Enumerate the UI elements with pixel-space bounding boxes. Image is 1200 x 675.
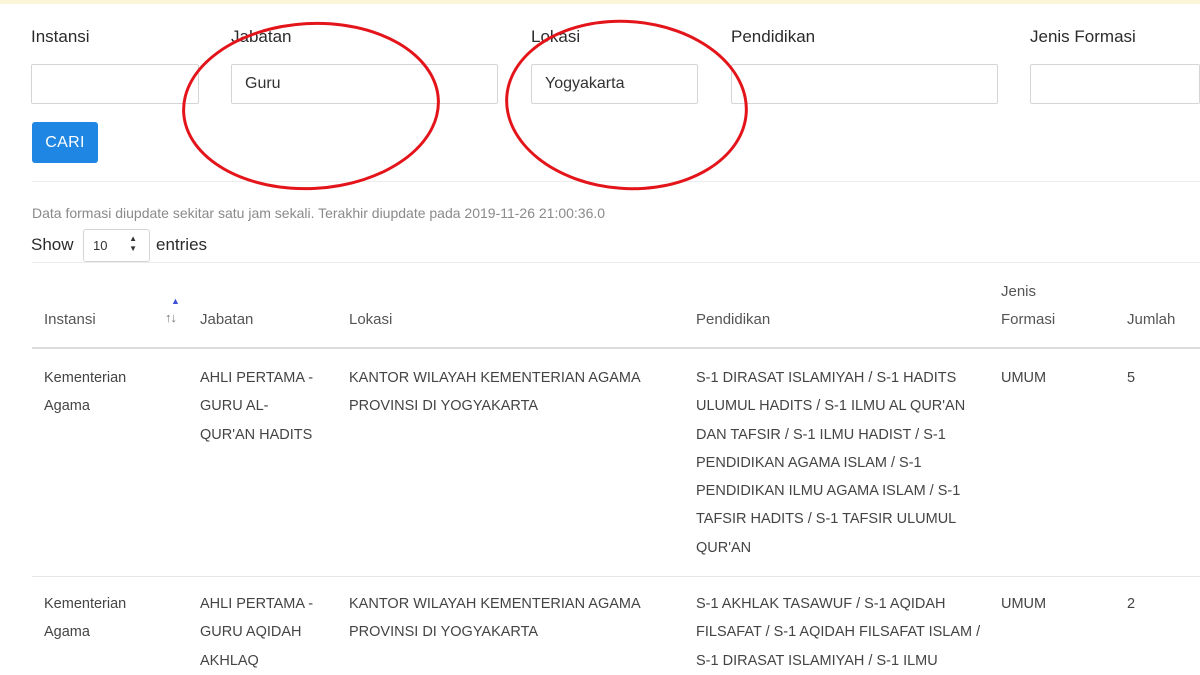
search-button[interactable]: CARI <box>32 122 98 163</box>
row1-pendidikan-line: DAN TAFSIR / S-1 ILMU HADIST / S-1 <box>696 426 946 443</box>
th-jabatan[interactable]: Jabatan <box>200 305 253 334</box>
th-jumlah[interactable]: Jumlah <box>1127 305 1175 334</box>
row2-pendidikan-line: S-1 DIRASAT ISLAMIYAH / S-1 ILMU <box>696 652 938 669</box>
select-arrows-icon: ▲ ▼ <box>129 234 137 253</box>
instansi-label: Instansi <box>31 27 90 46</box>
row1-jabatan-line: GURU AL- <box>200 398 269 415</box>
pendidikan-label: Pendidikan <box>731 27 816 46</box>
update-note: Data formasi diupdate sekitar satu jam s… <box>32 205 606 221</box>
header-border <box>32 347 1200 349</box>
row2-lokasi-line: PROVINSI DI YOGYAKARTA <box>349 624 539 641</box>
row1-pendidikan-line: PENDIDIKAN ILMU AGAMA ISLAM / S-1 <box>696 483 961 500</box>
row1-instansi: Kementerian Agama <box>44 364 126 421</box>
sort-ascending-icon[interactable]: ▲ ↑↓ <box>165 296 180 330</box>
th-pendidikan[interactable]: Pendidikan <box>696 305 770 334</box>
entries-length-select[interactable]: 10 ▲ ▼ <box>83 229 150 262</box>
row2-pendidikan: S-1 AKHLAK TASAWUF / S-1 AQIDAH FILSAFAT… <box>696 590 980 675</box>
row1-lokasi: KANTOR WILAYAH KEMENTERIAN AGAMA PROVINS… <box>349 364 641 421</box>
table-top-divider <box>32 262 1200 263</box>
row2-jabatan-line: AHLI PERTAMA - <box>200 596 314 612</box>
row1-pendidikan-line: TAFSIR HADITS / S-1 TAFSIR ULUMUL <box>696 511 957 528</box>
pendidikan-input[interactable] <box>731 64 998 104</box>
row2-pendidikan-line: S-1 AKHLAK TASAWUF / S-1 AQIDAH <box>696 596 946 612</box>
entries-label: entries <box>156 235 208 254</box>
jenis-formasi-input[interactable] <box>1030 64 1200 104</box>
row2-jabatan-line: GURU AQIDAH <box>200 624 302 641</box>
row2-jabatan-line: AKHLAQ <box>200 652 259 669</box>
row2-instansi-line: Agama <box>44 624 90 641</box>
th-lokasi[interactable]: Lokasi <box>349 305 392 334</box>
row1-pendidikan-line: ULUMUL HADITS / S-1 ILMU AL QUR'AN <box>696 398 966 415</box>
row-divider <box>32 576 1200 577</box>
row1-pendidikan: S-1 DIRASAT ISLAMIYAH / S-1 HADITS ULUMU… <box>696 364 965 562</box>
row2-jabatan: AHLI PERTAMA - GURU AQIDAH AKHLAQ <box>200 590 313 675</box>
th-jenis-formasi-2[interactable]: Formasi <box>1001 305 1055 334</box>
row2-jumlah: 2 <box>1127 596 1136 612</box>
row2-instansi-line: Kementerian <box>44 596 127 612</box>
row1-lokasi-line: PROVINSI DI YOGYAKARTA <box>349 398 539 415</box>
th-jenis-formasi-1[interactable]: Jenis <box>1001 277 1036 306</box>
row1-jabatan: AHLI PERTAMA - GURU AL- QUR'AN HADITS <box>200 364 313 449</box>
row1-jenis-formasi: UMUM <box>1001 370 1047 386</box>
row2-jenis-formasi: UMUM <box>1001 596 1047 612</box>
jabatan-highlight-circle <box>177 15 445 197</box>
row2-lokasi-line: KANTOR WILAYAH KEMENTERIAN AGAMA <box>349 596 641 612</box>
entries-length-value: 10 <box>93 238 108 253</box>
row1-lokasi-line: KANTOR WILAYAH KEMENTERIAN AGAMA <box>349 370 641 386</box>
row1-instansi-line: Agama <box>44 398 90 415</box>
row2-pendidikan-line: FILSAFAT / S-1 AQIDAH FILSAFAT ISLAM / <box>696 624 981 641</box>
row2-instansi: Kementerian Agama <box>44 590 126 647</box>
th-instansi[interactable]: Instansi <box>44 305 96 334</box>
row2-lokasi: KANTOR WILAYAH KEMENTERIAN AGAMA PROVINS… <box>349 590 641 647</box>
row1-pendidikan-line: QUR'AN <box>696 539 752 556</box>
row1-jabatan-line: QUR'AN HADITS <box>200 426 313 443</box>
row1-jumlah: 5 <box>1127 370 1136 386</box>
row1-jabatan-line: AHLI PERTAMA - <box>200 370 314 386</box>
top-notice-bar <box>0 0 1200 4</box>
row1-pendidikan-line: S-1 DIRASAT ISLAMIYAH / S-1 HADITS <box>696 370 957 386</box>
instansi-input[interactable] <box>31 64 199 104</box>
row1-instansi-line: Kementerian <box>44 370 127 386</box>
jenis-formasi-label: Jenis Formasi <box>1030 27 1136 46</box>
row1-pendidikan-line: PENDIDIKAN AGAMA ISLAM / S-1 <box>696 454 922 471</box>
show-label: Show <box>31 235 74 254</box>
